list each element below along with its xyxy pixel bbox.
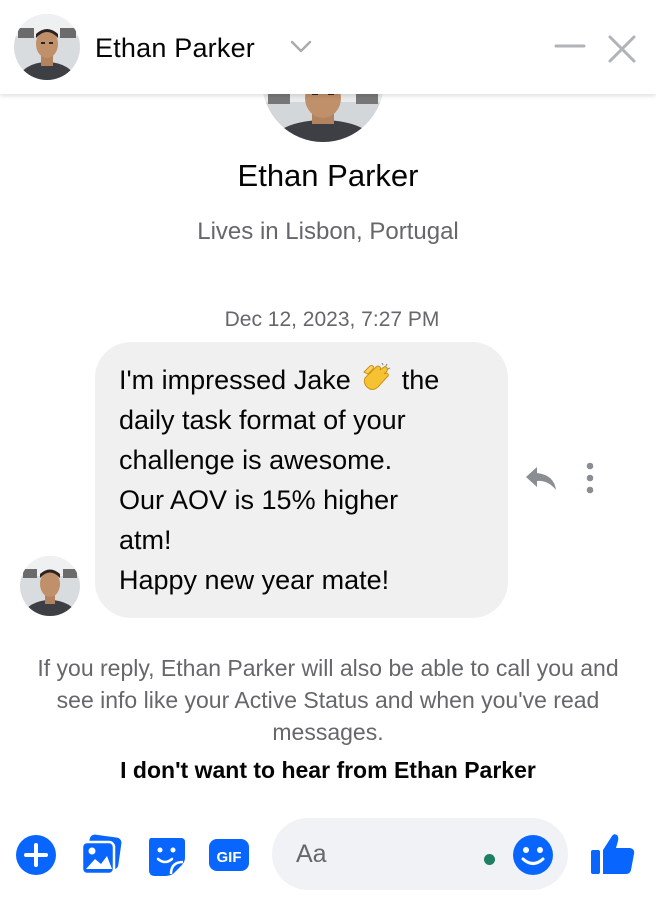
message-line: Our AOV is 15% higher [119, 485, 399, 515]
message-text: the [401, 365, 440, 395]
header-avatar[interactable] [14, 14, 80, 80]
profile-location: Lives in Lisbon, Portugal [197, 218, 459, 245]
more-options-icon[interactable] [583, 461, 597, 495]
message-input-placeholder: Aa [296, 840, 327, 868]
message-input[interactable]: Aa [272, 818, 568, 890]
thumbs-up-icon[interactable] [590, 832, 636, 876]
message-line: daily task format of your [119, 405, 406, 435]
gif-icon[interactable]: GIF [208, 834, 250, 876]
message-line: challenge is awesome. [119, 445, 393, 475]
header-contact-name[interactable]: Ethan Parker [95, 33, 255, 64]
profile-name[interactable]: Ethan Parker [0, 158, 656, 194]
plus-icon[interactable] [15, 834, 57, 876]
clapping-hands-icon [363, 363, 391, 390]
sticker-icon[interactable] [145, 834, 187, 876]
minimize-icon[interactable] [553, 36, 587, 56]
message-timestamp: Dec 12, 2023, 7:27 PM [224, 308, 440, 331]
close-icon[interactable] [605, 32, 639, 66]
reply-icon[interactable] [524, 464, 558, 492]
chat-header: Ethan Parker [0, 0, 656, 94]
photo-icon[interactable] [80, 834, 122, 876]
status-dot [484, 854, 495, 865]
gif-label: GIF [217, 849, 242, 866]
message-text: I'm impressed Jake [119, 365, 351, 395]
message-bubble[interactable]: I'm impressed Jake the daily task format… [95, 342, 508, 618]
chevron-down-icon[interactable] [290, 40, 312, 54]
chat-window: Ethan Parker Ethan Parker Lives in Lisbo… [0, 0, 656, 904]
message-line: atm! [119, 525, 172, 555]
sender-avatar[interactable] [20, 556, 80, 616]
message-line: Happy new year mate! [119, 565, 390, 595]
message-line: I'm impressed Jake the [119, 360, 484, 400]
block-contact-link[interactable]: I don't want to hear from Ethan Parker [0, 757, 656, 784]
emoji-icon[interactable] [512, 834, 554, 876]
reply-notice: If you reply, Ethan Parker will also be … [37, 655, 619, 745]
